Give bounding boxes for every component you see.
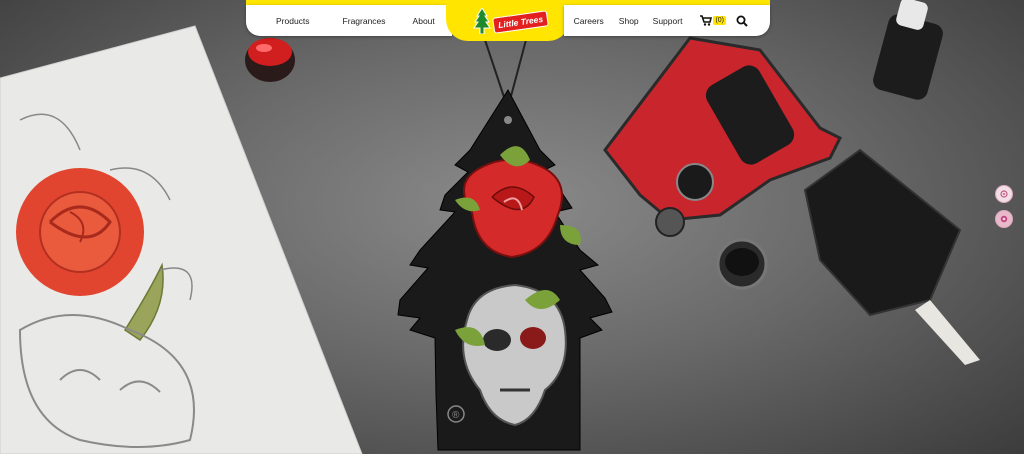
nav-left-panel: Products Fragrances About (246, 5, 452, 36)
nav-link-products[interactable]: Products (276, 16, 310, 26)
hero-page: ® Products Fragrances About Little Trees… (0, 0, 1024, 454)
side-rose-button[interactable] (995, 210, 1013, 228)
tattoo-machine (603, 36, 843, 237)
side-flower-icon (1000, 190, 1008, 198)
ink-bottle (873, 0, 943, 100)
sketch-rose (16, 168, 144, 296)
side-flower-button[interactable] (995, 185, 1013, 203)
brand-logo[interactable]: Little Trees (473, 7, 550, 34)
search-icon[interactable] (736, 15, 748, 27)
nav-link-shop[interactable]: Shop (619, 16, 639, 26)
nav-right-panel: Careers Shop Support (0) (564, 5, 770, 36)
tree-trademark: ® (452, 410, 460, 421)
brand-logo-text: Little Trees (492, 9, 550, 34)
top-navigation: Products Fragrances About Little Trees C… (246, 0, 770, 41)
cart-icon (700, 15, 713, 26)
cart-button[interactable]: (0) (700, 15, 726, 26)
logo-tab[interactable]: Little Trees (446, 0, 570, 41)
hero-illustration: ® (0, 0, 980, 454)
tree-logo-icon (473, 7, 491, 34)
side-rose-icon (1000, 215, 1008, 223)
nav-link-support[interactable]: Support (653, 16, 683, 26)
tattoo-grip (803, 148, 962, 317)
nav-link-about[interactable]: About (413, 16, 435, 26)
nav-link-careers[interactable]: Careers (574, 16, 604, 26)
nav-link-fragrances[interactable]: Fragrances (343, 16, 386, 26)
cart-count: (0) (713, 16, 726, 25)
